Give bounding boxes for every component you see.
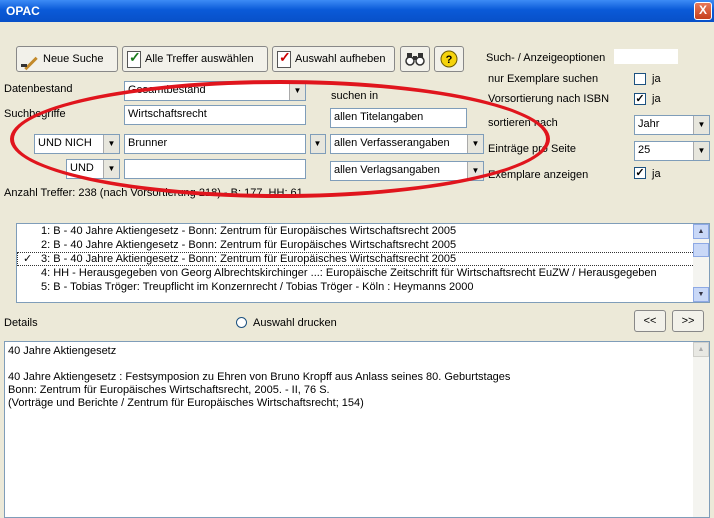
print-selection-label: Auswahl drucken <box>253 317 337 329</box>
search-field-1-value: allen Titelangaben <box>334 111 424 123</box>
presort-isbn-ja: ja <box>652 93 661 105</box>
show-copies-checkbox[interactable]: ✓ <box>634 167 646 179</box>
details-line: 40 Jahre Aktiengesetz <box>8 345 117 357</box>
datenbestand-label: Datenbestand <box>4 83 73 95</box>
chevron-down-icon[interactable]: ▼ <box>467 162 483 180</box>
result-row[interactable]: 5: B - Tobias Tröger: Treupflicht im Kon… <box>17 280 709 294</box>
details-label: Details <box>4 317 38 329</box>
preview-button[interactable] <box>400 46 430 72</box>
svg-text:?: ? <box>446 54 453 66</box>
options-header-field <box>614 49 678 64</box>
search-field-1[interactable]: allen Titelangaben <box>330 108 467 128</box>
select-all-button[interactable]: Alle Treffer auswählen <box>122 46 268 72</box>
chevron-down-icon[interactable]: ▼ <box>693 142 709 160</box>
per-page-value: 25 <box>638 144 651 156</box>
scroll-thumb[interactable] <box>693 243 709 257</box>
show-copies-label: Exemplare anzeigen <box>488 169 589 181</box>
details-line <box>8 358 706 371</box>
binoculars-icon <box>405 53 425 66</box>
per-page-label: Einträge pro Seite <box>488 143 577 155</box>
sort-by-label: sortieren nach <box>488 117 558 129</box>
details-line: (Vorträge und Berichte / Zentrum für Eur… <box>8 397 364 409</box>
search-term-2[interactable]: Brunner <box>124 134 306 154</box>
document-uncheck-icon <box>277 49 291 68</box>
results-list[interactable]: 1: B - 40 Jahre Aktiengesetz - Bonn: Zen… <box>16 223 710 303</box>
search-field-2-value: allen Verfasserangaben <box>334 137 450 149</box>
new-search-label: Neue Suche <box>43 53 104 65</box>
help-icon: ? <box>440 50 458 68</box>
close-button[interactable]: X <box>694 2 712 20</box>
document-check-icon <box>127 49 141 68</box>
suchbegriffe-label: Suchbegriffe <box>4 108 66 120</box>
operator-select-3[interactable]: UND ▼ <box>66 159 120 179</box>
details-line: Bonn: Zentrum für Europäisches Wirtschaf… <box>8 384 330 396</box>
presort-isbn-checkbox[interactable]: ✓ <box>634 93 646 105</box>
operator-3-value: UND <box>70 162 94 174</box>
chevron-down-icon[interactable]: ▼ <box>103 135 119 153</box>
chevron-down-icon[interactable]: ▼ <box>103 160 119 178</box>
options-title: Such- / Anzeigeoptionen <box>486 52 606 64</box>
result-row[interactable]: 2: B - 40 Jahre Aktiengesetz - Bonn: Zen… <box>17 238 709 252</box>
chevron-down-icon[interactable]: ▼ <box>289 82 305 100</box>
hits-count: Anzahl Treffer: 238 (nach Vorsortierung … <box>4 187 303 199</box>
result-row[interactable]: 1: B - 40 Jahre Aktiengesetz - Bonn: Zen… <box>17 224 709 238</box>
chevron-down-icon[interactable]: ▼ <box>467 135 483 153</box>
result-row-selected[interactable]: ✓ 3: B - 40 Jahre Aktiengesetz - Bonn: Ze… <box>17 252 709 266</box>
select-all-label: Alle Treffer auswählen <box>145 53 254 65</box>
search-field-3-value: allen Verlagsangaben <box>334 164 440 176</box>
datenbestand-select[interactable]: Gesamtbestand ▼ <box>124 81 306 101</box>
deselect-button[interactable]: Auswahl aufheben <box>272 46 395 72</box>
chevron-down-icon[interactable]: ▼ <box>693 116 709 134</box>
next-button[interactable]: >> <box>672 310 704 332</box>
search-field-2[interactable]: allen Verfasserangaben ▼ <box>330 134 484 154</box>
details-panel: 40 Jahre Aktiengesetz 40 Jahre Aktienges… <box>4 341 710 518</box>
only-copies-ja: ja <box>652 73 661 85</box>
help-button[interactable]: ? <box>434 46 464 72</box>
scroll-up-icon[interactable]: ▲ <box>693 224 709 239</box>
suchen-in-label: suchen in <box>331 90 379 102</box>
result-row[interactable]: 4: HH - Herausgegeben von Georg Albrecht… <box>17 266 709 280</box>
term-2-dropdown[interactable]: ▼ <box>310 134 326 154</box>
details-scrollbar[interactable]: ▲ <box>693 342 709 517</box>
presort-isbn-label: Vorsortierung nach ISBN <box>488 93 610 105</box>
operator-2-value: UND NICH <box>38 137 92 149</box>
operator-select-2[interactable]: UND NICH ▼ <box>34 134 120 154</box>
check-icon: ✓ <box>23 253 33 265</box>
previous-button[interactable]: << <box>634 310 666 332</box>
only-copies-label: nur Exemplare suchen <box>488 73 599 85</box>
search-term-1[interactable]: Wirtschaftsrecht <box>124 105 306 125</box>
chevron-down-icon[interactable]: ▼ <box>311 135 325 153</box>
results-scrollbar[interactable]: ▲ ▼ <box>693 224 709 302</box>
datenbestand-value: Gesamtbestand <box>128 84 206 96</box>
scroll-down-icon[interactable]: ▼ <box>693 287 709 302</box>
new-search-button[interactable]: Neue Suche <box>16 46 118 72</box>
title-bar: OPAC X <box>0 0 714 22</box>
per-page-select[interactable]: 25 ▼ <box>634 141 710 161</box>
window-title: OPAC <box>6 4 40 18</box>
print-selection-radio[interactable] <box>236 317 247 328</box>
pen-icon <box>21 50 39 68</box>
sort-by-select[interactable]: Jahr ▼ <box>634 115 710 135</box>
sort-by-value: Jahr <box>638 118 660 130</box>
search-term-3[interactable] <box>124 159 306 179</box>
details-line: 40 Jahre Aktiengesetz : Festsymposion zu… <box>8 371 511 383</box>
show-copies-ja: ja <box>652 168 661 180</box>
scroll-up-icon[interactable]: ▲ <box>693 342 709 357</box>
only-copies-checkbox[interactable] <box>634 73 646 85</box>
search-field-3[interactable]: allen Verlagsangaben ▼ <box>330 161 484 181</box>
deselect-label: Auswahl aufheben <box>295 53 386 65</box>
